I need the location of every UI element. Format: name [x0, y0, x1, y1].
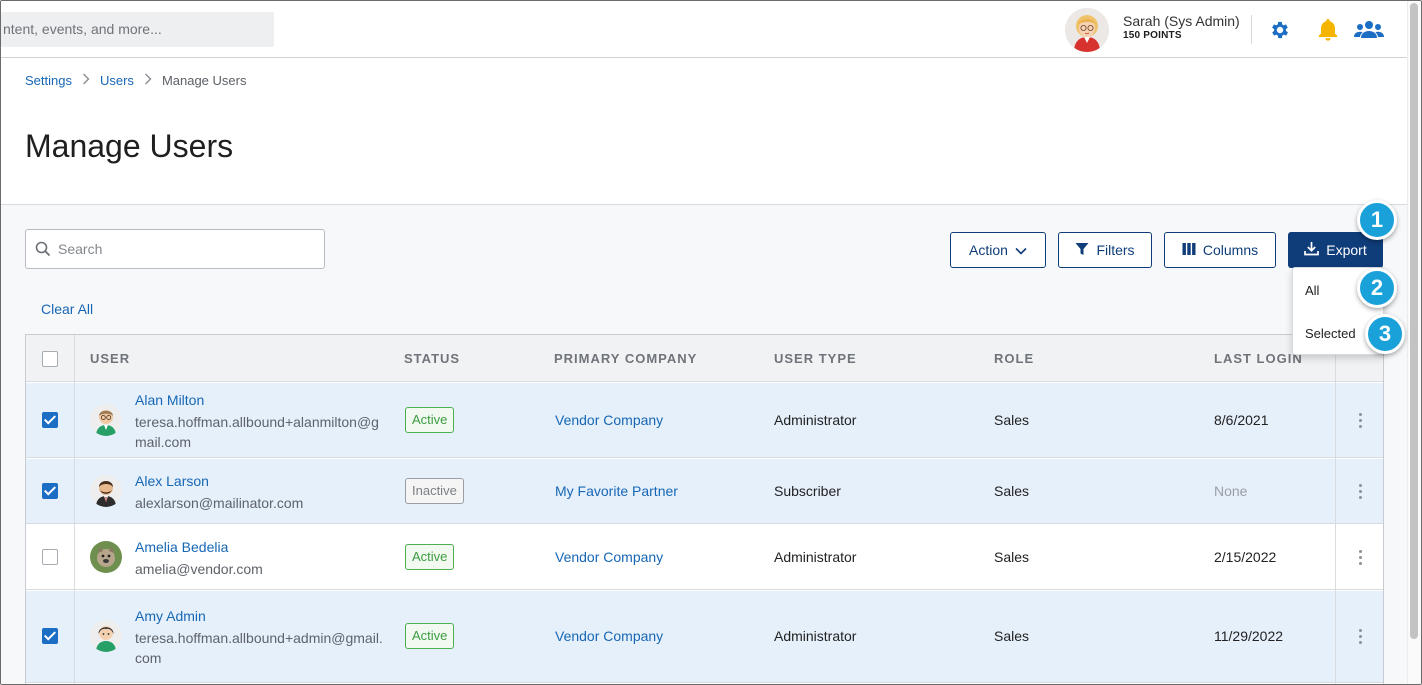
gear-icon[interactable] — [1267, 17, 1293, 43]
table-row[interactable]: Alex Larson alexlarson@mailinator.com In… — [26, 459, 1383, 524]
company-link[interactable]: Vendor Company — [555, 549, 663, 565]
column-header-user[interactable]: USER — [90, 351, 130, 366]
columns-button-label: Columns — [1202, 242, 1259, 258]
users-icon[interactable] — [1354, 17, 1384, 43]
filters-button[interactable]: Filters — [1058, 232, 1152, 268]
breadcrumb: Settings Users Manage Users — [25, 73, 246, 88]
user-email: amelia@vendor.com — [135, 561, 263, 577]
columns-icon — [1182, 242, 1196, 259]
chevron-right-icon — [82, 73, 90, 88]
user-name-link[interactable]: Alan Milton — [135, 392, 204, 408]
user-name-link[interactable]: Amy Admin — [135, 608, 206, 624]
user-avatar — [90, 541, 122, 573]
export-menu-item-selected[interactable]: Selected — [1305, 326, 1356, 341]
user-avatar — [90, 475, 122, 507]
page-title: Manage Users — [25, 128, 234, 164]
page-scrollbar[interactable] — [1407, 1, 1421, 684]
last-login-cell: None — [1214, 483, 1248, 499]
table-header: USER STATUS PRIMARY COMPANY USER TYPE RO… — [26, 335, 1383, 382]
clear-all-link[interactable]: Clear All — [41, 301, 93, 317]
status-badge: Active — [405, 407, 455, 433]
status-badge: Inactive — [405, 478, 464, 504]
user-type-cell: Administrator — [774, 549, 857, 565]
user-type-cell: Administrator — [774, 628, 857, 644]
user-avatar — [90, 404, 122, 436]
column-header-primary-company[interactable]: PRIMARY COMPANY — [554, 351, 697, 366]
action-button-label: Action — [969, 242, 1008, 258]
column-header-user-type[interactable]: USER TYPE — [774, 351, 857, 366]
row-more-options-icon[interactable] — [1350, 410, 1370, 430]
role-cell: Sales — [994, 412, 1030, 428]
row-checkbox[interactable] — [42, 483, 58, 499]
global-search-input[interactable]: ntent, events, and more... — [1, 12, 274, 47]
chevron-right-icon — [144, 73, 152, 88]
export-button-label: Export — [1326, 242, 1367, 258]
row-more-options-icon[interactable] — [1350, 626, 1370, 646]
users-table: USER STATUS PRIMARY COMPANY USER TYPE RO… — [25, 334, 1384, 684]
download-icon — [1304, 241, 1320, 259]
search-field[interactable] — [25, 229, 325, 269]
callout-badge-1: 1 — [1357, 200, 1397, 240]
row-more-options-icon[interactable] — [1350, 547, 1370, 567]
scrollbar-thumb[interactable] — [1410, 3, 1418, 639]
row-more-options-icon[interactable] — [1350, 481, 1370, 501]
callout-badge-3: 3 — [1365, 314, 1405, 354]
user-email: teresa.hoffman.allbound+alanmilton@gmail… — [135, 414, 379, 450]
company-link[interactable]: Vendor Company — [555, 628, 663, 644]
user-email: teresa.hoffman.allbound+admin@gmail.com — [135, 630, 383, 666]
breadcrumb-users[interactable]: Users — [100, 73, 134, 88]
role-cell: Sales — [994, 628, 1030, 644]
export-menu-item-all[interactable]: All — [1305, 283, 1319, 298]
column-header-role[interactable]: ROLE — [994, 351, 1034, 366]
user-name-link[interactable]: Amelia Bedelia — [135, 539, 228, 555]
filter-icon — [1075, 242, 1089, 259]
column-divider — [1335, 335, 1336, 684]
role-cell: Sales — [994, 483, 1030, 499]
status-badge: Active — [405, 544, 455, 570]
user-type-cell: Administrator — [774, 412, 857, 428]
search-icon — [34, 240, 52, 258]
user-email: alexlarson@mailinator.com — [135, 495, 304, 511]
company-link[interactable]: Vendor Company — [555, 412, 663, 428]
filters-button-label: Filters — [1096, 242, 1135, 258]
breadcrumb-current: Manage Users — [161, 73, 247, 88]
app-window: ntent, events, and more... Sarah (Sys Ad… — [0, 0, 1422, 685]
last-login-cell: 11/29/2022 — [1214, 628, 1284, 644]
last-login-cell: 8/6/2021 — [1214, 412, 1269, 428]
status-badge: Active — [405, 623, 455, 649]
search-input[interactable] — [58, 241, 318, 257]
users-panel: Action Filters Columns Export All Sel — [1, 200, 1409, 684]
row-checkbox[interactable] — [42, 412, 58, 428]
last-login-cell: 2/15/2022 — [1214, 549, 1277, 565]
table-row[interactable]: Amy Admin teresa.hoffman.allbound+admin@… — [26, 591, 1383, 683]
column-header-last-login[interactable]: LAST LOGIN — [1214, 351, 1303, 366]
user-name-link[interactable]: Alex Larson — [135, 473, 209, 489]
table-row[interactable]: Alan Milton teresa.hoffman.allbound+alan… — [26, 383, 1383, 458]
breadcrumb-settings[interactable]: Settings — [25, 73, 72, 88]
row-checkbox[interactable] — [42, 628, 58, 644]
company-link[interactable]: My Favorite Partner — [555, 483, 678, 499]
row-checkbox[interactable] — [42, 549, 58, 565]
bell-icon[interactable] — [1315, 17, 1341, 43]
user-avatar — [90, 620, 122, 652]
user-name[interactable]: Sarah (Sys Admin) — [1123, 13, 1240, 29]
column-header-status[interactable]: STATUS — [404, 351, 460, 366]
top-header: ntent, events, and more... Sarah (Sys Ad… — [1, 1, 1409, 58]
columns-button[interactable]: Columns — [1164, 232, 1276, 268]
role-cell: Sales — [994, 549, 1030, 565]
user-points: 150 POINTS — [1123, 30, 1182, 41]
user-type-cell: Subscriber — [774, 483, 841, 499]
callout-badge-2: 2 — [1357, 268, 1397, 308]
user-avatar[interactable] — [1065, 8, 1109, 52]
header-divider — [1251, 15, 1252, 44]
column-divider — [74, 335, 75, 684]
chevron-down-icon — [1015, 242, 1027, 258]
action-button[interactable]: Action — [950, 232, 1046, 268]
table-row[interactable]: Amelia Bedelia amelia@vendor.com Active … — [26, 525, 1383, 590]
select-all-checkbox[interactable] — [42, 351, 58, 367]
